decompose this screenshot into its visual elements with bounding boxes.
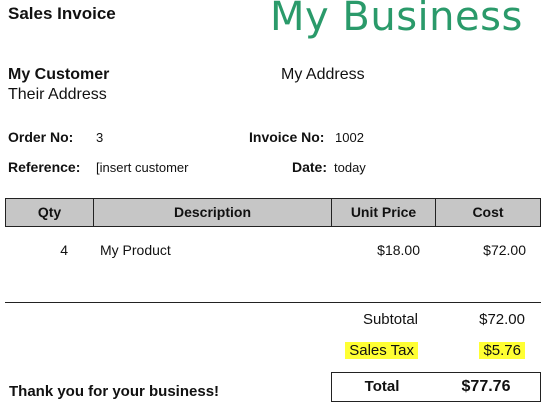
sales-tax-label: Sales Tax <box>345 342 418 359</box>
date-value: today <box>334 160 366 175</box>
row-unit-price: $18.00 <box>377 242 420 258</box>
subtotal-value: $72.00 <box>479 311 525 328</box>
row-description: My Product <box>100 242 171 258</box>
reference-value: [insert customer <box>96 160 189 175</box>
business-logo-text: My Business <box>270 0 523 40</box>
column-header-qty: Qty <box>6 199 94 226</box>
reference-label: Reference: <box>8 159 81 175</box>
items-table-header: Qty Description Unit Price Cost <box>5 198 541 227</box>
sales-tax-value: $5.76 <box>479 342 525 359</box>
total-label: Total <box>364 378 400 395</box>
column-header-unit-price: Unit Price <box>332 199 436 226</box>
subtotal-label: Subtotal <box>362 311 418 328</box>
invoice-number-label: Invoice No: <box>249 129 325 145</box>
order-number-label: Order No: <box>8 129 74 145</box>
date-label: Date: <box>292 159 328 175</box>
sales-tax-label-wrap: Sales Tax <box>300 342 418 359</box>
row-cost: $72.00 <box>483 242 526 258</box>
invoice-number-value: 1002 <box>335 130 364 145</box>
customer-name: My Customer <box>8 66 110 83</box>
table-bottom-divider <box>5 302 541 303</box>
column-header-cost: Cost <box>472 204 504 220</box>
total-box: Total $77.76 <box>331 372 541 402</box>
document-title: Sales Invoice <box>8 4 116 23</box>
thank-you-message: Thank you for your business! <box>9 383 220 400</box>
order-number-value: 3 <box>96 130 104 145</box>
business-address: My Address <box>281 66 365 83</box>
total-value: $77.76 <box>461 378 511 395</box>
column-header-description: Description <box>94 199 332 226</box>
sales-tax-value-wrap: $5.76 <box>430 342 525 359</box>
row-qty: 4 <box>60 242 68 258</box>
customer-address: Their Address <box>8 86 107 103</box>
